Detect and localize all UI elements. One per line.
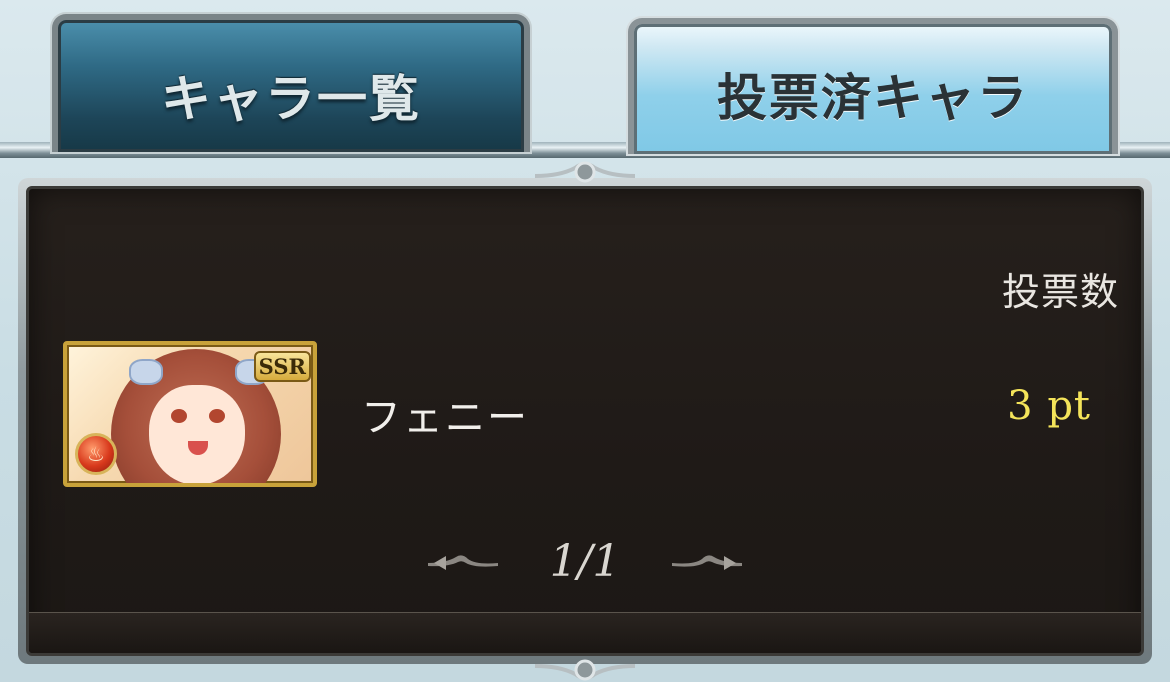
panel-bottom-bar xyxy=(29,612,1141,653)
fire-element-icon: ♨ xyxy=(75,433,117,475)
panel-body: 投票数 SSR ♨ フェニー 3 pt 1/1 xyxy=(26,186,1144,656)
votes-column-header: 投票数 xyxy=(1001,270,1119,314)
character-row[interactable]: SSR ♨ フェニー 3 pt xyxy=(55,341,1119,487)
prev-page-arrow-icon[interactable] xyxy=(426,551,500,571)
character-portrait: SSR ♨ xyxy=(63,341,317,487)
panel-bottom-ornament xyxy=(534,659,636,681)
voted-character-panel: 投票数 SSR ♨ フェニー 3 pt 1/1 xyxy=(18,161,1152,681)
tab-character-list[interactable]: キャラ一覧 xyxy=(52,14,530,152)
rarity-badge: SSR xyxy=(253,351,311,382)
panel-top-ornament xyxy=(534,161,636,183)
vote-screen: キャラ一覧 投票済キャラ 投票数 SSR ♨ フェニー 3 pt 1/1 xyxy=(0,0,1170,682)
tab-character-list-label: キャラ一覧 xyxy=(161,70,421,128)
page-indicator: 1/1 xyxy=(549,535,621,587)
next-page-arrow-icon[interactable] xyxy=(670,551,744,571)
tab-voted-characters-label: 投票済キャラ xyxy=(717,69,1029,127)
character-name: フェニー xyxy=(361,395,529,441)
tab-voted-characters[interactable]: 投票済キャラ xyxy=(628,18,1118,154)
character-vote-count: 3 pt xyxy=(1007,383,1091,429)
pager: 1/1 xyxy=(29,533,1141,589)
